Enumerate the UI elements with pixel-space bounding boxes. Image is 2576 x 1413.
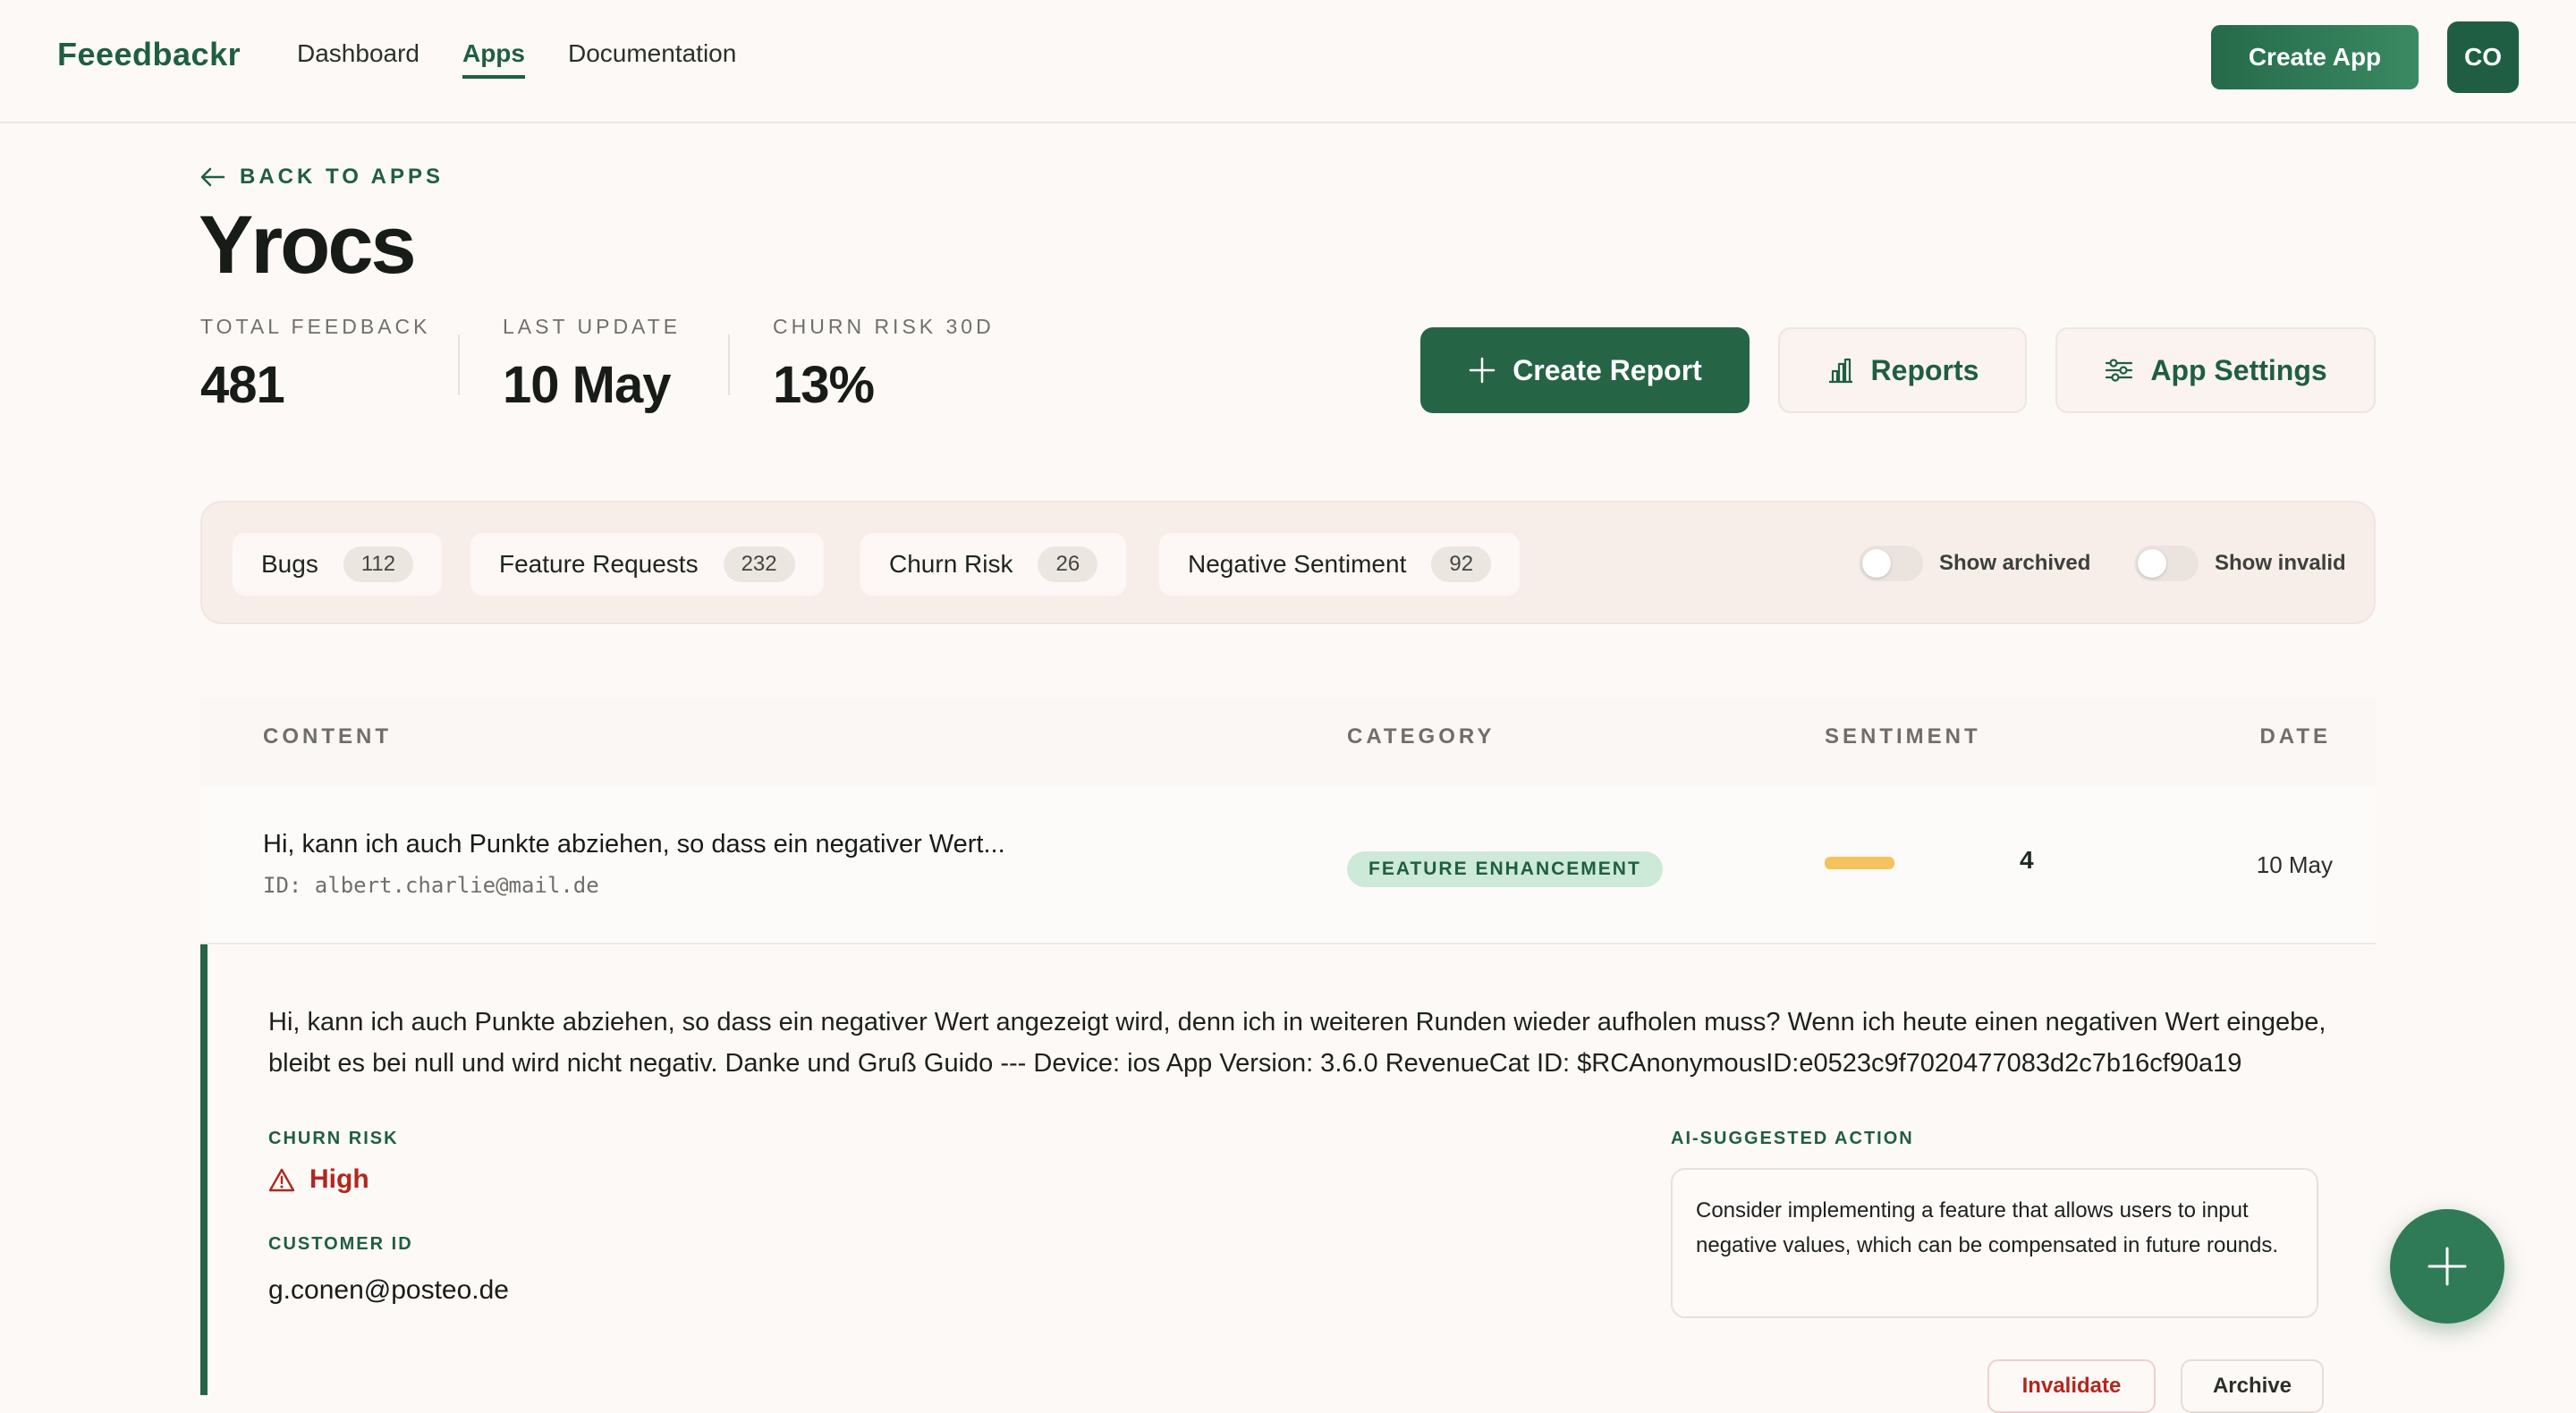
archive-button[interactable]: Archive	[2181, 1359, 2324, 1413]
stat-value: 10 May	[503, 356, 671, 414]
sentiment-value: 4	[2020, 846, 2034, 874]
table-row[interactable]: Hi, kann ich auch Punkte abziehen, so da…	[200, 787, 2376, 944]
stat-label: TOTAL FEEDBACK	[200, 315, 431, 338]
create-report-label: Create Report	[1513, 353, 1702, 386]
plus-icon	[2428, 1247, 2467, 1286]
nav-documentation[interactable]: Documentation	[568, 39, 736, 79]
show-archived-toggle[interactable]: Show archived	[1859, 546, 2090, 581]
customer-id-label: CUSTOMER ID	[268, 1234, 413, 1254]
sentiment-bar	[1825, 857, 1894, 869]
ai-suggested-action-box: Consider implementing a feature that all…	[1671, 1168, 2318, 1318]
category-badge: FEATURE ENHANCEMENT	[1347, 851, 1663, 887]
create-app-button[interactable]: Create App	[2211, 25, 2419, 89]
top-nav-bar: Feeedbackr Dashboard Apps Documentation …	[0, 0, 2576, 123]
sliders-icon	[2106, 359, 2133, 382]
stat-divider	[728, 334, 730, 395]
app-settings-label: App Settings	[2150, 353, 2327, 386]
chip-label: Bugs	[261, 550, 318, 578]
stat-value: 13%	[773, 356, 875, 414]
reports-button[interactable]: Reports	[1778, 327, 2027, 413]
create-report-button[interactable]: Create Report	[1420, 327, 1750, 413]
filter-chip-negative-sentiment[interactable]: Negative Sentiment 92	[1159, 533, 1521, 596]
toggle-knob	[2138, 549, 2166, 578]
toggle-label: Show archived	[1939, 551, 2091, 575]
invalidate-button[interactable]: Invalidate	[1987, 1359, 2156, 1413]
table-header: CONTENT CATEGORY SENTIMENT DATE	[200, 698, 2376, 787]
floating-add-button[interactable]	[2390, 1209, 2504, 1324]
stat-last-update: LAST UPDATE 10 May	[503, 315, 681, 415]
row-user-id: ID: albert.charlie@mail.de	[263, 873, 599, 898]
chip-count: 92	[1431, 546, 1492, 582]
show-invalid-toggle[interactable]: Show invalid	[2134, 546, 2346, 581]
app-settings-button[interactable]: App Settings	[2055, 327, 2376, 413]
column-header-category[interactable]: CATEGORY	[1347, 724, 1495, 749]
filter-chip-feature-requests[interactable]: Feature Requests 232	[470, 533, 824, 596]
back-label: BACK TO APPS	[240, 165, 445, 189]
chip-count: 232	[723, 546, 795, 582]
feedback-detail-panel: Hi, kann ich auch Punkte abziehen, so da…	[200, 944, 2376, 1413]
stat-churn-risk: CHURN RISK 30D 13%	[773, 315, 995, 415]
chip-count: 26	[1038, 546, 1098, 582]
arrow-left-icon	[200, 167, 225, 187]
column-header-date[interactable]: DATE	[2259, 724, 2331, 749]
chip-label: Negative Sentiment	[1188, 550, 1407, 578]
page-title: Yrocs	[199, 199, 417, 291]
chip-label: Feature Requests	[499, 550, 699, 578]
stat-label: LAST UPDATE	[503, 315, 682, 338]
stat-divider	[458, 334, 460, 395]
stat-total-feedback: TOTAL FEEDBACK 481	[200, 315, 431, 415]
nav-dashboard[interactable]: Dashboard	[297, 39, 419, 79]
back-to-apps-link[interactable]: BACK TO APPS	[200, 165, 444, 190]
stat-value: 481	[200, 356, 285, 414]
warning-icon	[268, 1168, 295, 1192]
churn-risk-label: CHURN RISK	[268, 1129, 399, 1148]
avatar[interactable]: CO	[2447, 21, 2519, 93]
filter-chip-churn-risk[interactable]: Churn Risk 26	[860, 533, 1127, 596]
bar-chart-icon	[1828, 358, 1852, 384]
stat-label: CHURN RISK 30D	[773, 315, 995, 338]
toggle-switch[interactable]	[1859, 546, 1923, 581]
ai-suggested-action-label: AI-SUGGESTED ACTION	[1671, 1129, 1914, 1148]
reports-label: Reports	[1870, 353, 1979, 386]
column-header-content[interactable]: CONTENT	[263, 724, 392, 749]
plus-icon	[1469, 357, 1496, 384]
filter-bar: Bugs 112 Feature Requests 232 Churn Risk…	[200, 501, 2376, 624]
row-content: Hi, kann ich auch Punkte abziehen, so da…	[263, 830, 1005, 859]
filter-chip-bugs[interactable]: Bugs 112	[233, 533, 443, 596]
row-date: 10 May	[2256, 851, 2333, 878]
churn-risk-indicator: High	[268, 1164, 369, 1195]
chip-label: Churn Risk	[889, 550, 1013, 578]
chip-count: 112	[343, 546, 414, 582]
toggle-label: Show invalid	[2215, 551, 2346, 575]
main-nav: Dashboard Apps Documentation	[297, 39, 736, 79]
toggle-switch[interactable]	[2134, 546, 2199, 581]
churn-risk-value: High	[309, 1164, 369, 1194]
toggle-knob	[1862, 549, 1891, 578]
brand-logo[interactable]: Feeedbackr	[57, 36, 241, 73]
customer-id-value: g.conen@posteo.de	[268, 1275, 509, 1305]
feedback-full-text: Hi, kann ich auch Punkte abziehen, so da…	[268, 1008, 2326, 1078]
nav-apps[interactable]: Apps	[462, 39, 525, 79]
column-header-sentiment[interactable]: SENTIMENT	[1825, 724, 1981, 749]
